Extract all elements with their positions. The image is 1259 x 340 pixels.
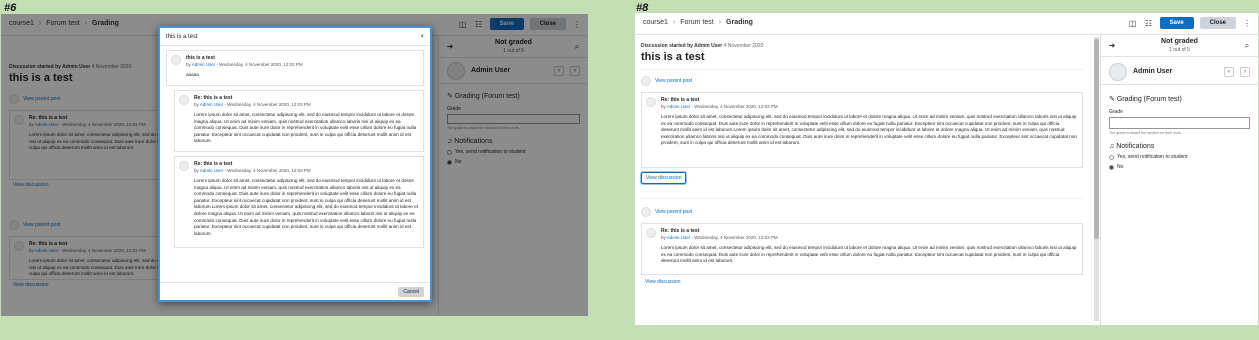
view-parent-link[interactable]: View parent post (641, 207, 1083, 217)
avatar (1109, 62, 1127, 81)
post-body: Lorem ipsum dolor sit amet, consectetur … (661, 114, 1077, 146)
post-body: aaaaa (186, 72, 199, 77)
avatar (646, 228, 656, 238)
avatar (179, 161, 189, 171)
kebab-menu-icon[interactable]: ⋮ (1242, 19, 1252, 28)
grader-panel: ➜ Not graded 1 out of 5 ⌕ Admin User ‹ ›… (1100, 35, 1258, 325)
post: Re: this is a test by Admin User - Wedne… (641, 223, 1083, 275)
prev-user-button[interactable]: ‹ (1224, 66, 1234, 77)
grade-count: 1 out of 5 (1169, 47, 1190, 53)
avatar (171, 55, 181, 65)
view-parent-link[interactable]: View parent post (641, 76, 1083, 86)
discussion-started: Discussion started by Admin User 4 Novem… (641, 43, 764, 49)
grading-form: ✎ Grading (Forum test) Grade The grade t… (1109, 95, 1250, 170)
post-subject: Re: this is a test (194, 95, 233, 101)
radio-icon (1109, 164, 1114, 170)
grade-help: The grade to award the student for their… (1109, 131, 1182, 135)
panel-label-left: #6 (4, 2, 17, 14)
avatar (641, 76, 651, 86)
post-subject: Re: this is a test (661, 228, 700, 234)
save-button[interactable]: Save (1159, 17, 1194, 29)
breadcrumb-forum[interactable]: Forum test (680, 19, 713, 26)
top-bar: course1 › Forum test › Grading ◫ ☷ Save Cl… (635, 13, 1258, 35)
avatar (646, 97, 656, 107)
grade-input[interactable] (1109, 117, 1250, 129)
author-link[interactable]: Admin User (200, 168, 224, 173)
user-selector: Admin User ‹ › (1101, 59, 1258, 85)
grading-heading: ✎ Grading (Forum test) (1109, 96, 1182, 103)
post: Re: this is a test by Admin User - Wedne… (641, 92, 1083, 168)
author-link[interactable]: Admin User (192, 62, 216, 67)
discussion-pane: Discussion started by Admin User 4 Novem… (635, 35, 1093, 325)
modal-title: this is a test (166, 33, 198, 40)
post-body: Lorem ipsum dolor sit amet, consectetur … (194, 178, 418, 236)
next-user-button[interactable]: › (1240, 66, 1250, 77)
radio-icon (1109, 154, 1114, 160)
author-link[interactable]: Admin User (667, 104, 691, 109)
author-link[interactable]: Admin User (667, 235, 691, 240)
right-screenshot: course1 › Forum test › Grading ◫ ☷ Save Cl… (635, 13, 1258, 325)
scrollbar-thumb[interactable] (1094, 39, 1099, 239)
user-name: Admin User (1133, 68, 1173, 75)
post-body: Lorem ipsum dolor sit amet, consectetur … (194, 112, 417, 144)
post-subject: Re: this is a test (194, 161, 233, 167)
search-icon[interactable]: ⌕ (1242, 41, 1252, 51)
breadcrumb: course1 › Forum test › Grading (643, 19, 753, 26)
avatar (179, 95, 189, 105)
collapse-report-icon[interactable]: ☷ (1144, 19, 1154, 28)
breadcrumb-current: Grading (726, 19, 753, 26)
close-button[interactable]: Close (1199, 17, 1236, 29)
view-discussion-link[interactable]: View discussion (641, 172, 687, 184)
breadcrumb-course[interactable]: course1 (643, 19, 668, 26)
left-screenshot: course1 › Forum test › Grading ◫ ☷ Save Cl… (1, 14, 588, 316)
original-post: this is a test by Admin User - Wednesday… (166, 50, 424, 86)
post-body: Lorem ipsum dolor sit amet, consectetur … (661, 245, 1077, 264)
grade-label: Grade (1109, 109, 1123, 115)
avatar (641, 207, 651, 217)
notifications-heading: ♫ Notifications (1109, 143, 1155, 150)
reply-post: Re: this is a test by Admin User - Wedne… (174, 90, 424, 152)
author-link[interactable]: Admin User (200, 102, 224, 107)
post-subject: this is a test (186, 55, 215, 61)
notify-yes-option[interactable]: Yes, send notification to student (1109, 154, 1250, 160)
close-icon[interactable]: × (420, 34, 424, 40)
view-discussion-link[interactable]: View discussion (641, 277, 684, 287)
notify-no-option[interactable]: No (1109, 164, 1250, 170)
collapse-grader-icon[interactable]: ◫ (1128, 19, 1138, 28)
discussion-title: this is a test (641, 51, 705, 63)
post-subject: Re: this is a test (661, 97, 700, 103)
reply-post: Re: this is a test by Admin User - Wedne… (174, 156, 424, 248)
post-modal: this is a test × this is a test by Admin… (158, 26, 432, 302)
grade-status: Not graded (1161, 38, 1198, 45)
cancel-button[interactable]: Cancel (398, 287, 424, 297)
